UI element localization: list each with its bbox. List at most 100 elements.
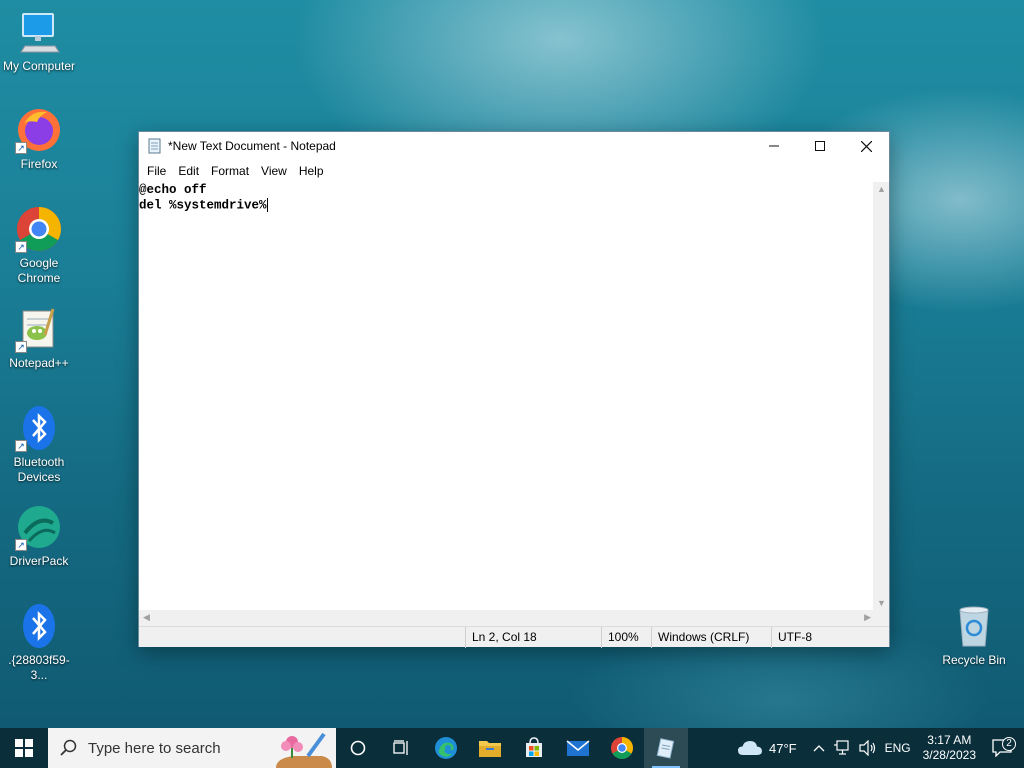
notepad-window[interactable]: *New Text Document - Notepad File Edit F…: [138, 131, 890, 648]
vertical-scrollbar[interactable]: ▲ ▼: [873, 182, 889, 610]
notepad-icon: [148, 138, 161, 154]
chrome-icon: [611, 737, 633, 759]
desktop-icon-notepad-plus-plus[interactable]: ↗ Notepad++: [0, 305, 78, 371]
shortcut-arrow-icon: ↗: [15, 241, 27, 253]
recycle-bin-icon: [950, 602, 998, 650]
network-icon: [833, 740, 849, 755]
desktop-icon-bluetooth-devices[interactable]: ↗ Bluetooth Devices: [0, 404, 78, 485]
clock-time: 3:17 AM: [927, 733, 972, 747]
menu-bar: File Edit Format View Help: [139, 160, 889, 182]
firefox-icon: ↗: [15, 106, 63, 154]
chrome-icon: ↗: [15, 205, 63, 253]
desktop-icon-label: Firefox: [20, 157, 58, 171]
weather-temperature: 47°F: [768, 740, 797, 756]
notepad-plus-plus-icon: ↗: [15, 305, 63, 353]
desktop-icon-label: .{28803f59-3...: [8, 653, 70, 682]
volume-button[interactable]: [855, 740, 881, 756]
status-line-ending: Windows (CRLF): [651, 627, 771, 648]
notification-badge: 2: [1002, 737, 1016, 751]
task-view-button[interactable]: [380, 728, 424, 768]
minimize-icon: [769, 145, 779, 147]
taskbar-microsoft-store[interactable]: [512, 728, 556, 768]
taskbar-chrome[interactable]: [600, 728, 644, 768]
bluetooth-icon: [15, 602, 63, 650]
status-cursor-position: Ln 2, Col 18: [465, 627, 601, 648]
taskbar-mail[interactable]: [556, 728, 600, 768]
scrollbar-corner: [873, 610, 889, 626]
desktop-icon-recycle-bin[interactable]: Recycle Bin: [934, 602, 1014, 668]
menu-file[interactable]: File: [141, 164, 172, 178]
chevron-up-icon: [813, 745, 825, 752]
scroll-left-icon[interactable]: ◀: [143, 612, 150, 623]
speaker-icon: [858, 740, 875, 756]
text-caret: [266, 198, 268, 212]
taskbar-notepad[interactable]: [644, 728, 688, 768]
edge-icon: [435, 737, 457, 759]
taskbar-edge[interactable]: [424, 728, 468, 768]
mail-icon: [566, 740, 590, 756]
show-hidden-icons-button[interactable]: [809, 744, 829, 752]
maximize-icon: [815, 141, 825, 151]
scroll-down-icon[interactable]: ▼: [877, 598, 886, 608]
status-encoding: UTF-8: [771, 627, 889, 648]
desktop-icon-label: Recycle Bin: [942, 653, 1006, 667]
menu-edit[interactable]: Edit: [172, 164, 205, 178]
scroll-up-icon[interactable]: ▲: [877, 184, 886, 194]
taskbar: Type here to search 47°F ENG 3:17 AM 3/2…: [0, 728, 1024, 768]
cloud-icon: [737, 741, 762, 755]
network-button[interactable]: [829, 740, 855, 756]
search-placeholder: Type here to search: [88, 739, 221, 757]
taskbar-search-box[interactable]: Type here to search: [48, 728, 336, 768]
shortcut-arrow-icon: ↗: [15, 341, 27, 353]
cortana-button[interactable]: [336, 728, 380, 768]
action-center-button[interactable]: 2: [984, 737, 1024, 757]
menu-view[interactable]: View: [255, 164, 293, 178]
task-view-icon: [393, 740, 408, 755]
minimize-button[interactable]: [751, 132, 797, 160]
window-title: *New Text Document - Notepad: [168, 139, 336, 153]
desktop-icon-firefox[interactable]: ↗ Firefox: [0, 106, 78, 172]
clock-date: 3/28/2023: [922, 748, 976, 762]
close-button[interactable]: [843, 132, 889, 160]
editor-content: @echo off del %systemdrive%: [139, 183, 267, 213]
cortana-icon: [350, 740, 366, 756]
status-bar: Ln 2, Col 18 100% Windows (CRLF) UTF-8: [139, 626, 889, 648]
folder-icon: [479, 741, 501, 757]
shortcut-arrow-icon: ↗: [15, 142, 27, 154]
clock[interactable]: 3:17 AM 3/28/2023: [915, 733, 984, 763]
close-icon: [860, 140, 872, 152]
status-zoom: 100%: [601, 627, 651, 648]
desktop-icon-bluetooth-guid[interactable]: .{28803f59-3...: [0, 602, 78, 683]
desktop-icon-label: Notepad++: [9, 356, 69, 370]
desktop-icon-label: Google Chrome: [17, 256, 61, 285]
desktop-icon-label: My Computer: [2, 59, 76, 73]
start-button[interactable]: [0, 728, 48, 768]
desktop-icon-my-computer[interactable]: My Computer: [0, 8, 78, 74]
menu-format[interactable]: Format: [205, 164, 255, 178]
driverpack-icon: ↗: [15, 503, 63, 551]
desktop-icon-label: Bluetooth Devices: [13, 455, 65, 484]
horizontal-scrollbar[interactable]: ◀ ▶: [139, 610, 875, 626]
input-language-button[interactable]: ENG: [881, 741, 915, 755]
desktop-icon-google-chrome[interactable]: ↗ Google Chrome: [0, 205, 78, 286]
language-label: ENG: [884, 741, 911, 755]
search-icon: [60, 739, 77, 756]
shortcut-arrow-icon: ↗: [15, 539, 27, 551]
search-highlight-icon: [276, 732, 332, 768]
taskbar-file-explorer[interactable]: [468, 728, 512, 768]
system-tray: 47°F ENG 3:17 AM 3/28/2023 2: [733, 728, 1024, 768]
text-editor[interactable]: @echo off del %systemdrive%: [139, 182, 875, 610]
menu-help[interactable]: Help: [293, 164, 330, 178]
maximize-button[interactable]: [797, 132, 843, 160]
desktop-icon-label: DriverPack: [9, 554, 69, 568]
store-icon: [526, 737, 542, 757]
desktop-icon-driverpack[interactable]: ↗ DriverPack: [0, 503, 78, 569]
shortcut-arrow-icon: ↗: [15, 440, 27, 452]
weather-widget[interactable]: 47°F: [733, 740, 801, 756]
windows-logo-icon: [15, 739, 33, 757]
title-bar[interactable]: *New Text Document - Notepad: [139, 132, 889, 160]
scroll-right-icon[interactable]: ▶: [864, 612, 871, 623]
bluetooth-icon: ↗: [15, 404, 63, 452]
notepad-icon: [656, 738, 675, 759]
computer-icon: [15, 8, 63, 56]
